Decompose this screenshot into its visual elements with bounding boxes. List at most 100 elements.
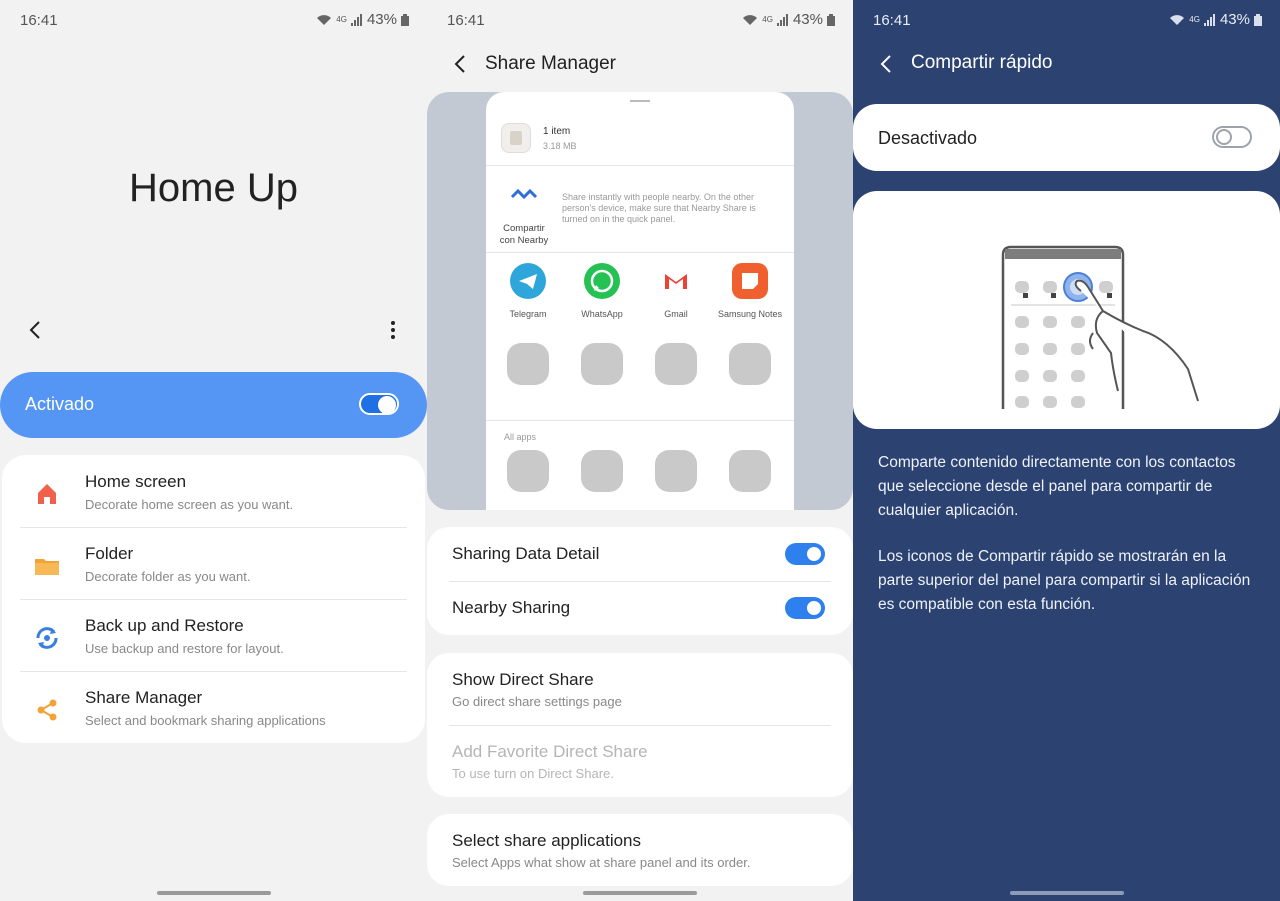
menu-item-title: Back up and Restore — [85, 616, 244, 635]
nearby-sharing-row[interactable]: Nearby Sharing — [427, 581, 853, 635]
app-placeholder — [729, 343, 771, 385]
menu-item-folder[interactable]: Folder Decorate folder as you want. — [2, 527, 425, 599]
toggle-label: Desactivado — [878, 128, 978, 148]
wifi-icon — [317, 14, 332, 25]
back-arrow-icon[interactable] — [875, 52, 899, 76]
app-label: WhatsApp — [581, 309, 623, 319]
nearby-label-line2: con Nearby — [499, 235, 549, 246]
menu-item-title: Folder — [85, 544, 134, 563]
app-placeholder — [655, 450, 697, 492]
quick-share-switch[interactable] — [1212, 126, 1252, 148]
setting-label: Add Favorite Direct Share — [452, 742, 648, 761]
status-time: 16:41 — [20, 12, 58, 29]
status-time: 16:41 — [447, 12, 485, 29]
backup-restore-icon — [36, 627, 58, 649]
menu-item-title: Home screen — [85, 472, 187, 491]
battery-percent: 43% — [792, 11, 823, 28]
signal-icon — [776, 13, 788, 26]
app-label: Gmail — [664, 309, 688, 319]
status-icons: 4G 43% — [1169, 11, 1262, 28]
setting-label: Nearby Sharing — [452, 598, 571, 617]
nearby-sharing-switch[interactable] — [785, 597, 825, 619]
page-title: Compartir rápido — [911, 52, 1053, 73]
nearby-label-line1: Compartir — [503, 223, 545, 234]
wifi-icon — [1170, 14, 1185, 25]
telegram-icon — [510, 263, 546, 299]
app-placeholder — [581, 450, 623, 492]
signal-icon — [350, 13, 362, 26]
setting-label: Show Direct Share — [452, 670, 594, 689]
gmail-icon — [658, 263, 694, 299]
share-icon — [37, 699, 57, 721]
feature-menu-card: Home screen Decorate home screen as you … — [2, 455, 425, 743]
more-options-icon[interactable] — [383, 318, 403, 342]
app-placeholder — [729, 450, 771, 492]
add-favorite-direct-share-row: Add Favorite Direct Share To use turn on… — [427, 725, 853, 797]
setting-label: Select share applications — [452, 831, 642, 850]
menu-item-subtitle: Use backup and restore for layout. — [85, 641, 284, 656]
app-placeholder — [581, 343, 623, 385]
samsung-notes-icon — [732, 263, 768, 299]
select-share-apps-row[interactable]: Select share applications Select Apps wh… — [427, 814, 853, 886]
sharing-toggles-card: Sharing Data Detail Nearby Sharing — [427, 527, 853, 635]
home-indicator[interactable] — [583, 891, 697, 895]
back-arrow-icon[interactable] — [449, 52, 473, 76]
master-toggle-label: Activado — [25, 394, 95, 414]
divider — [486, 420, 794, 421]
home-indicator[interactable] — [1010, 891, 1124, 895]
home-indicator[interactable] — [157, 891, 271, 895]
app-label: Samsung Notes — [717, 309, 783, 319]
show-direct-share-row[interactable]: Show Direct Share Go direct share settin… — [427, 653, 853, 725]
menu-item-share-manager[interactable]: Share Manager Select and bookmark sharin… — [2, 671, 425, 743]
share-sheet-mock: 1 item 3.18 MB Compartir con Nearby Shar… — [486, 92, 794, 510]
master-toggle-bar[interactable]: Activado — [0, 372, 427, 438]
network-type: 4G — [1189, 14, 1200, 24]
item-count: 1 item — [543, 126, 571, 137]
direct-share-card: Show Direct Share Go direct share settin… — [427, 653, 853, 797]
description-paragraph-2: Los iconos de Compartir rápido se mostra… — [878, 548, 1251, 613]
folder-icon — [35, 559, 59, 575]
setting-subtitle: Go direct share settings page — [452, 694, 622, 709]
menu-item-subtitle: Decorate folder as you want. — [85, 569, 251, 584]
network-type: 4G — [762, 14, 773, 24]
back-arrow-icon[interactable] — [24, 318, 48, 342]
home-icon — [38, 484, 56, 504]
illustration-card — [853, 191, 1280, 429]
menu-item-subtitle: Decorate home screen as you want. — [85, 497, 294, 512]
battery-percent: 43% — [1219, 11, 1250, 28]
divider — [486, 165, 794, 166]
setting-subtitle: Select Apps what show at share panel and… — [452, 855, 751, 870]
app-placeholder — [507, 450, 549, 492]
setting-label: Sharing Data Detail — [452, 544, 600, 563]
master-toggle-switch[interactable] — [359, 393, 399, 415]
whatsapp-icon — [584, 263, 620, 299]
nearby-description: Share instantly with people nearby. On t… — [562, 192, 756, 224]
app-label: Telegram — [509, 309, 547, 319]
quick-share-toggle-row[interactable]: Desactivado — [853, 104, 1280, 171]
page-title: Home Up — [129, 166, 298, 210]
menu-item-backup-restore[interactable]: Back up and Restore Use backup and resto… — [2, 599, 425, 671]
status-icons: 4G 43% — [742, 11, 835, 28]
status-icons: 4G 43% — [316, 11, 409, 28]
sharing-data-detail-switch[interactable] — [785, 543, 825, 565]
description-paragraph-1: Comparte contenido directamente con los … — [878, 454, 1236, 519]
battery-icon — [827, 13, 835, 26]
share-manager-screen: 16:41 4G 43% Share Manager 1 item 3.18 M… — [427, 0, 853, 901]
menu-item-subtitle: Select and bookmark sharing applications — [85, 713, 326, 728]
item-size: 3.18 MB — [543, 141, 577, 151]
phone-touch-illustration — [1001, 245, 1199, 409]
quick-share-screen: 16:41 4G 43% Compartir rápido Desactivad… — [853, 0, 1280, 901]
sharing-data-detail-row[interactable]: Sharing Data Detail — [427, 527, 853, 581]
menu-item-home-screen[interactable]: Home screen Decorate home screen as you … — [2, 455, 425, 527]
home-up-screen: 16:41 4G 43% Home Up Activado Home scree… — [0, 0, 427, 901]
network-type: 4G — [336, 14, 347, 24]
menu-item-title: Share Manager — [85, 688, 203, 707]
all-apps-label: All apps — [504, 432, 537, 442]
wifi-icon — [743, 14, 758, 25]
battery-icon — [401, 13, 409, 26]
sheet-handle — [630, 100, 650, 102]
battery-icon — [1254, 13, 1262, 26]
divider — [486, 252, 794, 253]
app-placeholder — [655, 343, 697, 385]
app-placeholder — [507, 343, 549, 385]
